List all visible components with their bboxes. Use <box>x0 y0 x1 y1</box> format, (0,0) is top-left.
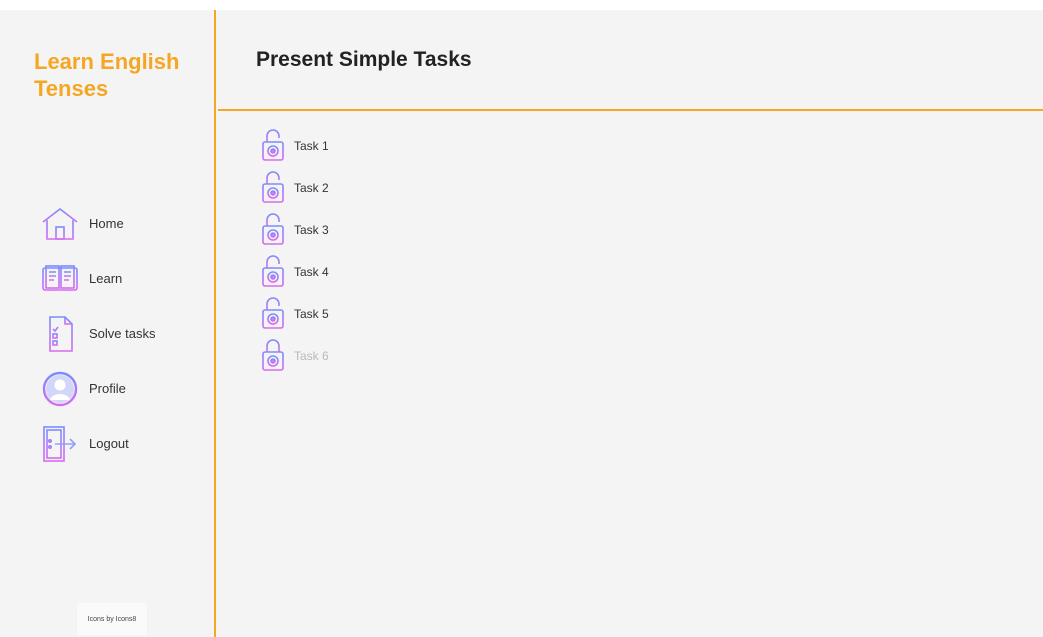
checklist-icon <box>40 314 80 354</box>
sidebar-item-profile[interactable]: Profile <box>40 361 155 416</box>
task-item[interactable]: Task 1 <box>260 125 329 167</box>
sidebar-item-label: Logout <box>89 436 129 451</box>
app-brand-title: Learn English Tenses <box>34 49 180 101</box>
sidebar-nav: Home Learn Solve tasks Profile Logout <box>40 196 155 471</box>
sidebar-item-label: Home <box>89 216 124 231</box>
logout-icon <box>40 424 80 464</box>
sidebar-item-logout[interactable]: Logout <box>40 416 155 471</box>
task-item-locked: Task 6 <box>260 335 329 377</box>
main-content: Present Simple Tasks Task 1 Task 2 Task … <box>218 10 1043 637</box>
unlocked-padlock-icon <box>260 212 286 248</box>
task-item[interactable]: Task 2 <box>260 167 329 209</box>
task-item[interactable]: Task 5 <box>260 293 329 335</box>
page-header: Present Simple Tasks <box>218 10 1043 111</box>
locked-padlock-icon <box>260 338 286 374</box>
sidebar-item-label: Solve tasks <box>89 326 156 341</box>
sidebar-item-label: Learn <box>89 271 123 286</box>
unlocked-padlock-icon <box>260 296 286 332</box>
sidebar-item-label: Profile <box>89 381 126 396</box>
sidebar-item-solve-tasks[interactable]: Solve tasks <box>40 306 155 361</box>
task-label: Task 2 <box>294 181 329 195</box>
page-title: Present Simple Tasks <box>256 48 472 71</box>
sidebar-item-home[interactable]: Home <box>40 196 155 251</box>
unlocked-padlock-icon <box>260 254 286 290</box>
unlocked-padlock-icon <box>260 128 286 164</box>
task-label: Task 5 <box>294 307 329 321</box>
app-window: Learn English Tenses Home Learn Solve ta… <box>0 10 1043 637</box>
unlocked-padlock-icon <box>260 170 286 206</box>
task-list: Task 1 Task 2 Task 3 Task 4 Task 5 Task … <box>260 125 329 377</box>
icons-credit-link[interactable]: Icons by Icons8 <box>77 603 147 635</box>
task-item[interactable]: Task 4 <box>260 251 329 293</box>
user-icon <box>40 369 80 409</box>
home-icon <box>40 204 80 244</box>
sidebar-item-learn[interactable]: Learn <box>40 251 155 306</box>
sidebar: Learn English Tenses Home Learn Solve ta… <box>0 10 216 637</box>
book-icon <box>40 259 80 299</box>
task-label: Task 4 <box>294 265 329 279</box>
task-label: Task 6 <box>294 349 329 363</box>
task-item[interactable]: Task 3 <box>260 209 329 251</box>
task-label: Task 3 <box>294 223 329 237</box>
task-label: Task 1 <box>294 139 329 153</box>
